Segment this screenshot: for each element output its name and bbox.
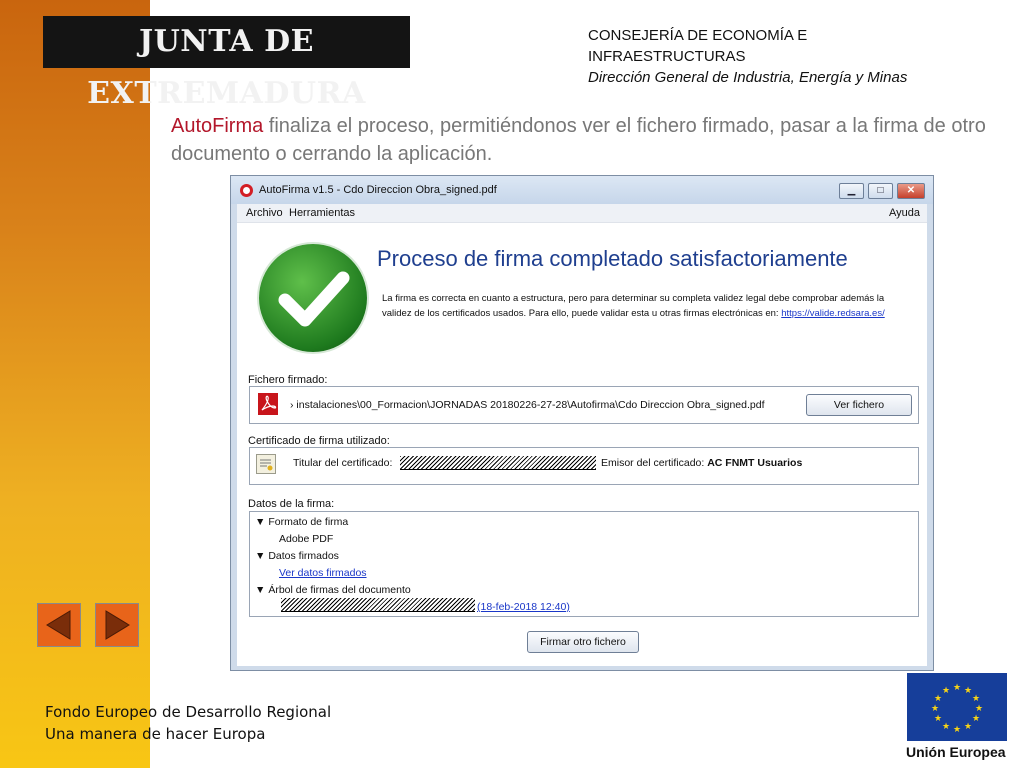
minimize-button[interactable]: ▁ (839, 183, 864, 199)
tree-format-heading: Formato de firma (268, 516, 349, 528)
eu-stars-icon: ★ ★★ ★★★ ★★★ ★★★ (931, 683, 983, 735)
menu-herramientas[interactable]: Herramientas (289, 207, 355, 219)
svg-text:★: ★ (964, 686, 972, 696)
eu-label: Unión Europea (906, 744, 1006, 760)
consejeria-line2: INFRAESTRUCTURAS (588, 48, 746, 65)
close-button[interactable]: ✕ (897, 183, 925, 199)
expand-arrow-icon[interactable]: ▼ (255, 584, 265, 596)
view-signed-data-link[interactable]: Ver datos firmados (279, 567, 367, 579)
signed-file-path: › instalaciones\00_Formacion\JORNADAS 20… (290, 399, 765, 411)
signed-file-label: Fichero firmado: (248, 374, 328, 386)
direccion-general: Dirección General de Industria, Energía … (588, 69, 908, 86)
redacted-holder-name (400, 456, 596, 470)
intro-body: finaliza el proceso, permitiéndonos ver … (171, 115, 986, 165)
svg-text:★: ★ (972, 694, 980, 704)
next-slide-button[interactable] (95, 603, 139, 647)
menu-ayuda[interactable]: Ayuda (889, 207, 920, 219)
svg-text:★: ★ (964, 722, 972, 732)
validation-link[interactable]: https://valide.redsara.es/ (781, 308, 885, 319)
window-titlebar[interactable]: AutoFirma v1.5 - Cdo Direccion Obra_sign… (231, 176, 933, 204)
footer-line2: Una manera de hacer Europa (45, 725, 266, 743)
autofirma-window: AutoFirma v1.5 - Cdo Direccion Obra_sign… (230, 175, 934, 671)
autofirma-app-icon (240, 184, 253, 197)
menu-archivo[interactable]: Archivo (246, 207, 283, 219)
view-file-button[interactable]: Ver fichero (806, 394, 912, 416)
consejeria-line1: CONSEJERÍA DE ECONOMÍA E (588, 27, 808, 44)
junta-logo: JUNTA DE EXTREMADURA (43, 16, 410, 111)
close-icon: ✕ (906, 185, 916, 196)
certificate-label: Certificado de firma utilizado: (248, 435, 390, 447)
svg-text:★: ★ (953, 683, 961, 693)
certificate-icon (256, 454, 276, 474)
previous-slide-button[interactable] (37, 603, 81, 647)
intro-text: AutoFirma finaliza el proceso, permitién… (171, 112, 1001, 168)
svg-text:★: ★ (931, 704, 939, 714)
signature-data-tree: ▼ Formato de firma Adobe PDF ▼ Datos fir… (249, 511, 919, 617)
menu-bar: Archivo Herramientas Ayuda (237, 204, 927, 223)
minimize-icon: ▁ (847, 185, 856, 196)
maximize-button[interactable]: □ (868, 183, 893, 199)
svg-text:★: ★ (934, 714, 942, 724)
tree-format-value: Adobe PDF (279, 533, 334, 545)
intro-highlight: AutoFirma (171, 115, 264, 137)
signature-data-label: Datos de la firma: (248, 498, 335, 510)
pdf-icon (258, 393, 278, 415)
svg-text:★: ★ (975, 704, 983, 714)
window-title: AutoFirma v1.5 - Cdo Direccion Obra_sign… (259, 184, 497, 196)
window-client-area: Archivo Herramientas Ayuda Proceso de fi… (237, 204, 927, 666)
svg-text:★: ★ (953, 725, 961, 735)
svg-text:★: ★ (972, 714, 980, 724)
svg-text:★: ★ (942, 722, 950, 732)
certificate-panel: Titular del certificado: Emisor del cert… (249, 447, 919, 485)
certificate-holder-label: Titular del certificado: (293, 457, 393, 469)
eu-flag: ★ ★ ★ ★ ★ ★ ★ ★ ★ ★ ★ ★ (907, 673, 1007, 741)
sign-other-file-button[interactable]: Firmar otro fichero (527, 631, 639, 653)
arrow-left-icon (46, 610, 71, 640)
footer-line1: Fondo Europeo de Desarrollo Regional (45, 703, 332, 721)
arrow-right-icon (105, 610, 130, 640)
svg-text:★: ★ (934, 694, 942, 704)
maximize-icon: □ (877, 185, 884, 196)
redacted-signer-name (281, 598, 475, 612)
success-headline: Proceso de firma completado satisfactori… (377, 246, 848, 271)
svg-text:★: ★ (942, 686, 950, 696)
tree-signed-data-heading: Datos firmados (268, 550, 339, 562)
consejeria-header: CONSEJERÍA DE ECONOMÍA E INFRAESTRUCTURA… (588, 25, 907, 88)
expand-arrow-icon[interactable]: ▼ (255, 516, 265, 528)
signed-file-panel: › instalaciones\00_Formacion\JORNADAS 20… (249, 386, 919, 424)
certificate-issuer-label: Emisor del certificado: (601, 457, 705, 469)
success-check-icon (259, 244, 367, 352)
expand-arrow-icon[interactable]: ▼ (255, 550, 265, 562)
tree-signatures-heading: Árbol de firmas del documento (268, 584, 411, 596)
success-description: La firma es correcta en cuanto a estruct… (382, 292, 902, 321)
footer-text: Fondo Europeo de Desarrollo Regional Una… (45, 701, 331, 745)
certificate-issuer-value: AC FNMT Usuarios (707, 457, 803, 469)
signature-date-link[interactable]: (18-feb-2018 12:40) (477, 601, 570, 613)
